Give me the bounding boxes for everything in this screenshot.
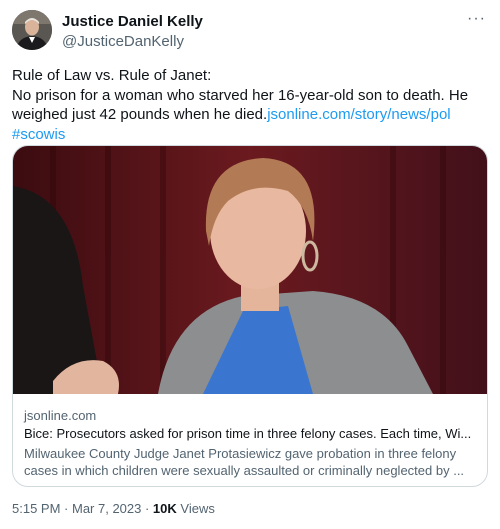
card-description: Milwaukee County Judge Janet Protasiewic… xyxy=(24,446,465,478)
tweet: Justice Daniel Kelly @JusticeDanKelly ··… xyxy=(0,0,500,529)
tweet-date[interactable]: Mar 7, 2023 xyxy=(72,501,141,516)
tweet-header: Justice Daniel Kelly @JusticeDanKelly ··… xyxy=(12,10,488,54)
hashtag-link[interactable]: #scowis xyxy=(12,126,65,143)
tweet-meta: 5:15 PM · Mar 7, 2023 · 10K Views xyxy=(12,501,215,516)
views-count: 10K xyxy=(152,501,177,516)
article-link[interactable]: jsonline.com/story/news/pol xyxy=(267,106,450,123)
card-domain: jsonline.com xyxy=(24,408,97,423)
link-preview-card[interactable]: jsonline.com Bice: Prosecutors asked for… xyxy=(12,145,488,487)
handle[interactable]: @JusticeDanKelly xyxy=(62,32,203,52)
card-meta: jsonline.com Bice: Prosecutors asked for… xyxy=(24,407,476,479)
display-name[interactable]: Justice Daniel Kelly xyxy=(62,12,203,32)
avatar-photo xyxy=(12,10,52,50)
author-names: Justice Daniel Kelly @JusticeDanKelly xyxy=(62,12,203,52)
more-options-icon[interactable]: ··· xyxy=(467,10,486,28)
tweet-time[interactable]: 5:15 PM xyxy=(12,501,60,516)
tweet-line-1: Rule of Law vs. Rule of Janet: xyxy=(12,67,212,84)
card-photo xyxy=(13,146,487,394)
card-image xyxy=(13,146,487,394)
tweet-text: Rule of Law vs. Rule of Janet: No prison… xyxy=(12,66,488,144)
avatar[interactable] xyxy=(12,10,52,50)
card-title[interactable]: Bice: Prosecutors asked for prison time … xyxy=(24,425,476,443)
views-label: Views xyxy=(180,501,215,516)
